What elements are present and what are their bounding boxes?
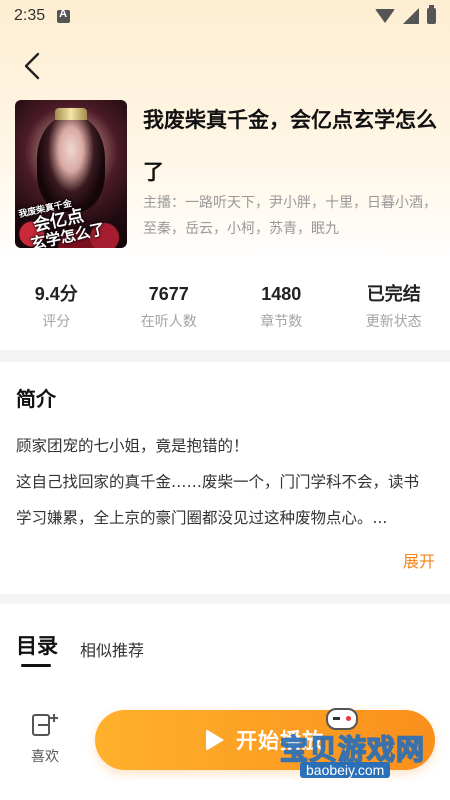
status-time: 2:35	[14, 7, 46, 24]
tab-similar-recommendations[interactable]: 相似推荐	[80, 637, 144, 661]
play-icon	[206, 729, 224, 751]
intro-section: 简介 顾家团宠的七小姐，竟是抱错的！ 这自己找回家的真千金……废柴一个，门门学科…	[0, 362, 450, 594]
bottom-action-bar: 喜欢 开始播放	[0, 690, 450, 800]
stat-label: 在听人数	[140, 314, 197, 330]
stat-value: 1480	[261, 284, 302, 304]
wifi-icon	[375, 9, 395, 23]
tab-catalog[interactable]: 目录	[16, 630, 58, 660]
back-button[interactable]	[16, 46, 52, 86]
status-bar: 2:35	[0, 0, 450, 32]
stat-value: 9.4分	[34, 284, 78, 304]
intro-line: 这自己找回家的真千金……废柴一个，门门学科不会，读书学习嫌累，全上京的豪门圈都没…	[16, 473, 420, 527]
stat-label: 评分	[42, 314, 71, 330]
stat-label: 更新状态	[365, 314, 422, 330]
expand-button[interactable]: 展开	[403, 548, 435, 572]
intro-line: 顾家团宠的七小姐，竟是抱错的！	[16, 437, 249, 455]
stat-chapters: 1480 章节数	[225, 280, 338, 340]
book-cover: 我废柴真千金 会亿点 玄学怎么了	[15, 100, 127, 248]
like-button[interactable]: 喜欢	[20, 712, 70, 766]
status-icons	[375, 5, 436, 24]
stat-value: 7677	[148, 284, 189, 304]
start-play-label: 开始播放	[236, 729, 324, 753]
stat-listeners: 7677 在听人数	[113, 280, 226, 340]
stats-row: 9.4分 评分 7677 在听人数 1480 章节数 已完结 更新状态	[0, 280, 450, 340]
battery-icon	[427, 5, 436, 24]
stat-rating: 9.4分 评分	[0, 280, 113, 340]
cellular-signal-icon	[403, 8, 419, 24]
active-tab-indicator	[21, 664, 51, 667]
chevron-left-icon	[24, 52, 40, 80]
stat-update-status: 已完结 更新状态	[338, 280, 450, 340]
stat-label: 章节数	[260, 314, 303, 330]
notification-a-icon	[57, 8, 71, 23]
like-label: 喜欢	[31, 749, 59, 765]
hosts-list: 主播：一路听天下，尹小胖，十里，日暮小酒，至秦，岳云，小柯，苏青，眠九	[143, 195, 437, 237]
bookshelf-add-icon	[32, 714, 58, 736]
start-play-button[interactable]: 开始播放	[95, 710, 435, 770]
stat-value: 已完结	[366, 284, 421, 304]
intro-text: 顾家团宠的七小姐，竟是抱错的！ 这自己找回家的真千金……废柴一个，门门学科不会，…	[16, 428, 434, 536]
intro-heading: 简介	[16, 387, 56, 411]
book-title: 我废柴真千金，会亿点玄学怎么了	[143, 108, 437, 184]
